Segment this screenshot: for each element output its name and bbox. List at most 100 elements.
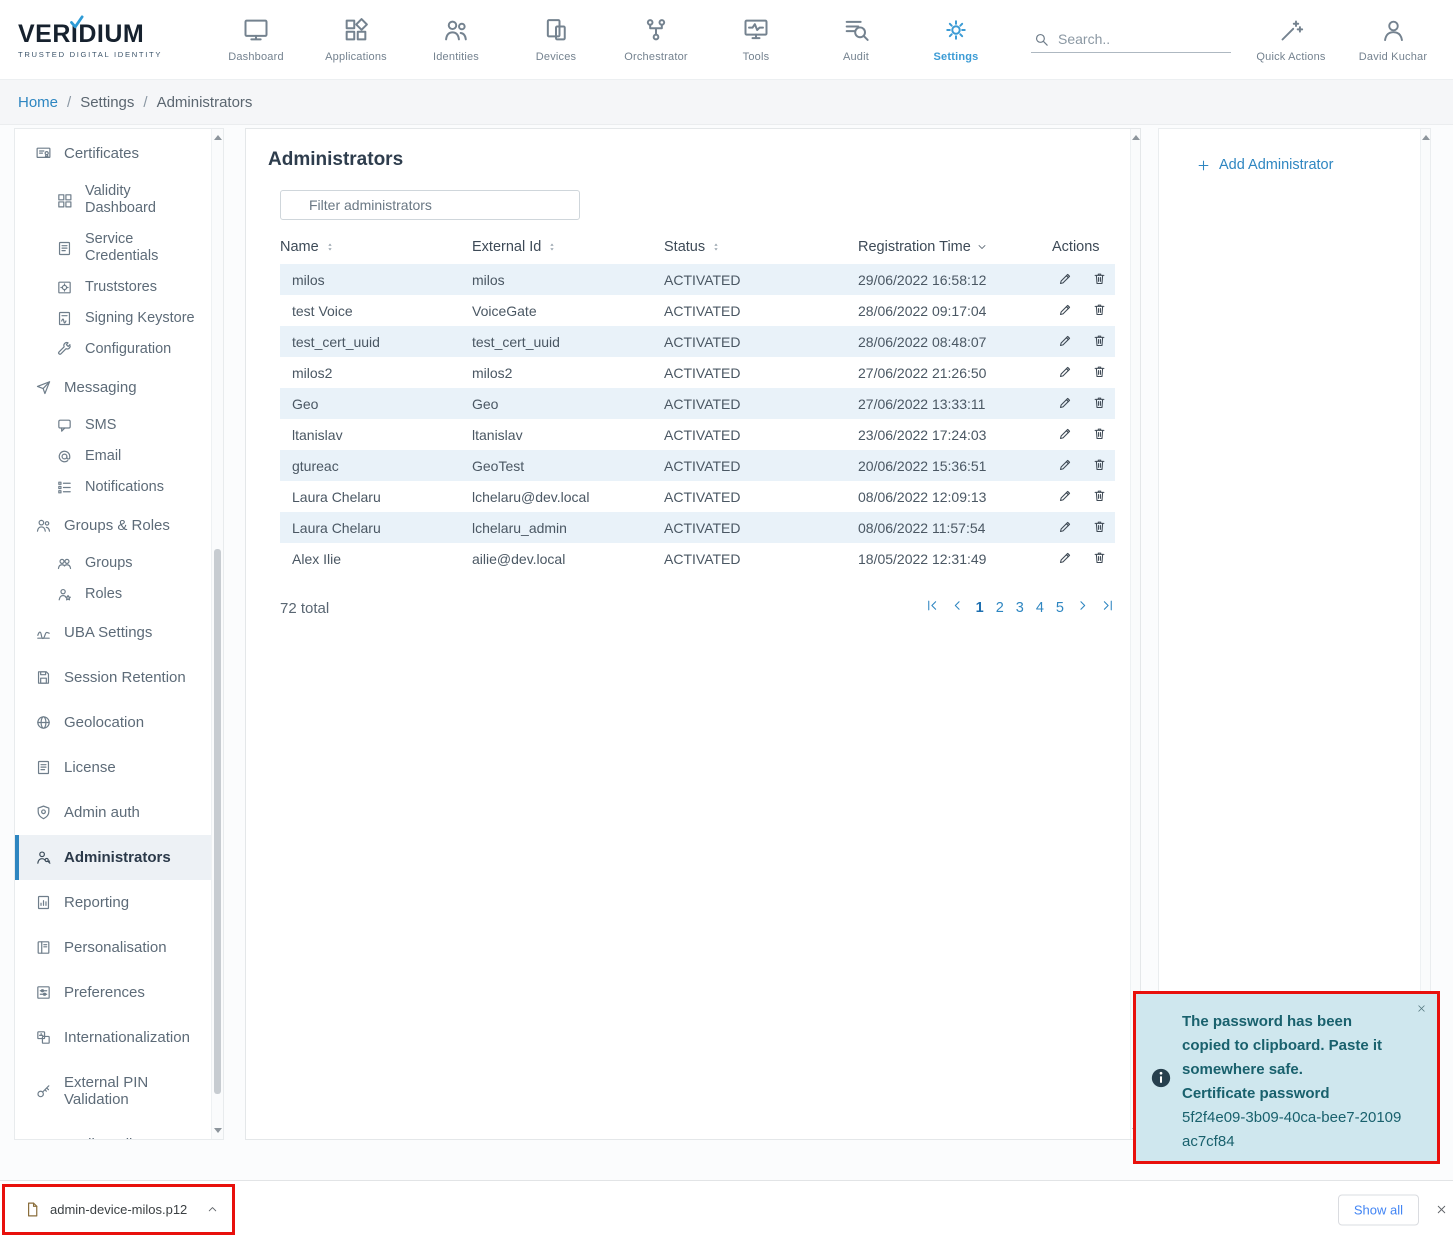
delete-button[interactable]	[1092, 488, 1107, 506]
delete-button[interactable]	[1092, 302, 1107, 320]
cell-actions	[1052, 264, 1115, 295]
veridium-logo[interactable]: VERIDIUM TRUSTED DIGITAL IDENTITY	[18, 20, 186, 59]
breadcrumb-item-settings[interactable]: Settings	[80, 94, 134, 111]
nav-item-tools[interactable]: Tools	[720, 16, 792, 63]
sidebar-scrollbar[interactable]	[211, 129, 223, 1139]
first-page-icon	[925, 598, 940, 613]
cell-name: milos2	[280, 357, 472, 388]
page-number-1[interactable]: 1	[975, 600, 985, 616]
delete-button[interactable]	[1092, 550, 1107, 568]
sidebar-item-validity-dashboard[interactable]: Validity Dashboard	[15, 176, 211, 224]
page-number-2[interactable]: 2	[995, 600, 1005, 616]
column-header-name[interactable]: Name	[280, 230, 472, 264]
download-filename: admin-device-milos.p12	[50, 1202, 187, 1217]
sidebar-item-groups-roles[interactable]: Groups & Roles	[15, 503, 211, 548]
delete-button[interactable]	[1092, 395, 1107, 413]
delete-button[interactable]	[1092, 457, 1107, 475]
previous-page-button[interactable]	[950, 598, 965, 618]
sidebar-item-preferences[interactable]: Preferences	[15, 970, 211, 1015]
column-header-registration-time[interactable]: Registration Time	[858, 230, 1052, 264]
sidebar-item-certificates[interactable]: Certificates	[15, 131, 211, 176]
nav-item-devices[interactable]: Devices	[520, 16, 592, 63]
scroll-down-icon[interactable]	[214, 1128, 222, 1133]
close-icon[interactable]	[1435, 1203, 1448, 1216]
nav-item-orchestrator[interactable]: Orchestrator	[620, 16, 692, 63]
page-number-4[interactable]: 4	[1035, 600, 1045, 616]
sidebar-item-service-credentials[interactable]: Service Credentials	[15, 224, 211, 272]
search-input[interactable]	[1058, 31, 1208, 47]
sidebar-item-roles[interactable]: Roles	[15, 579, 211, 610]
edit-button[interactable]	[1058, 302, 1073, 320]
scroll-up-icon[interactable]	[1422, 135, 1430, 140]
first-page-button[interactable]	[925, 598, 940, 618]
sidebar-item-radius-clients[interactable]: Radius Clients	[15, 1122, 211, 1139]
edit-button[interactable]	[1058, 550, 1073, 568]
nav-item-dashboard[interactable]: Dashboard	[220, 16, 292, 63]
breadcrumb-item-home[interactable]: Home	[18, 94, 58, 111]
nav-item-label: Settings	[934, 51, 979, 63]
sidebar-item-geolocation[interactable]: Geolocation	[15, 700, 211, 745]
close-icon[interactable]	[1416, 1003, 1427, 1014]
sidebar-item-uba-settings[interactable]: UBA Settings	[15, 610, 211, 655]
sidebar-item-label: Geolocation	[64, 714, 144, 731]
user-menu[interactable]: David Kuchar	[1351, 17, 1435, 63]
page-number-3[interactable]: 3	[1015, 600, 1025, 616]
column-header-status[interactable]: Status	[664, 230, 858, 264]
next-page-button[interactable]	[1075, 598, 1090, 618]
sidebar-item-external-pin-validation[interactable]: External PIN Validation	[15, 1060, 211, 1122]
last-page-button[interactable]	[1100, 598, 1115, 618]
sort-icon	[325, 242, 335, 252]
edit-button[interactable]	[1058, 333, 1073, 351]
edit-button[interactable]	[1058, 519, 1073, 537]
quick-actions-button[interactable]: Quick Actions	[1249, 17, 1333, 63]
edit-button[interactable]	[1058, 426, 1073, 444]
sidebar-item-administrators[interactable]: Administrators	[15, 835, 211, 880]
sidebar-item-admin-auth[interactable]: Admin auth	[15, 790, 211, 835]
scroll-up-icon[interactable]	[1132, 135, 1140, 140]
table-row: test Voice VoiceGate ACTIVATED 28/06/202…	[280, 295, 1115, 326]
sidebar-item-configuration[interactable]: Configuration	[15, 334, 211, 365]
delete-button[interactable]	[1092, 519, 1107, 537]
nav-item-identities[interactable]: Identities	[420, 16, 492, 63]
edit-button[interactable]	[1058, 364, 1073, 382]
sidebar-item-sms[interactable]: SMS	[15, 410, 211, 441]
show-all-downloads-button[interactable]: Show all	[1338, 1195, 1419, 1226]
delete-button[interactable]	[1092, 333, 1107, 351]
globe-icon	[35, 714, 52, 731]
sidebar-item-groups[interactable]: Groups	[15, 548, 211, 579]
filter-administrators-input[interactable]	[280, 190, 580, 220]
sort-icon	[711, 242, 721, 252]
sidebar-item-license[interactable]: License	[15, 745, 211, 790]
sidebar-item-session-retention[interactable]: Session Retention	[15, 655, 211, 700]
column-header-external-id[interactable]: External Id	[472, 230, 664, 264]
download-item[interactable]: admin-device-milos.p12	[5, 1201, 219, 1218]
scroll-up-icon[interactable]	[214, 135, 222, 140]
main-scrollbar[interactable]	[1130, 129, 1140, 1139]
sidebar-item-notifications[interactable]: Notifications	[15, 472, 211, 503]
detail-panel-scrollbar[interactable]	[1420, 129, 1430, 1139]
page-number-5[interactable]: 5	[1055, 600, 1065, 616]
nav-item-settings[interactable]: Settings	[920, 16, 992, 63]
sidebar-item-internationalization[interactable]: Internationalization	[15, 1015, 211, 1060]
delete-button[interactable]	[1092, 271, 1107, 289]
sidebar-item-reporting[interactable]: Reporting	[15, 880, 211, 925]
sidebar-item-personalisation[interactable]: Personalisation	[15, 925, 211, 970]
sidebar-item-truststores[interactable]: Truststores	[15, 272, 211, 303]
nav-item-audit[interactable]: Audit	[820, 16, 892, 63]
delete-button[interactable]	[1092, 426, 1107, 444]
edit-button[interactable]	[1058, 395, 1073, 413]
scrollbar-thumb[interactable]	[214, 549, 221, 1094]
breadcrumb: Home/Settings/Administrators	[0, 80, 1453, 125]
edit-button[interactable]	[1058, 457, 1073, 475]
sidebar-item-label: Personalisation	[64, 939, 167, 956]
sidebar-item-label: Roles	[85, 586, 122, 603]
add-administrator-button[interactable]: Add Administrator	[1159, 129, 1430, 173]
nav-item-applications[interactable]: Applications	[320, 16, 392, 63]
sidebar-item-email[interactable]: Email	[15, 441, 211, 472]
chevron-up-icon[interactable]	[206, 1203, 219, 1216]
edit-button[interactable]	[1058, 271, 1073, 289]
edit-button[interactable]	[1058, 488, 1073, 506]
delete-button[interactable]	[1092, 364, 1107, 382]
sidebar-item-messaging[interactable]: Messaging	[15, 365, 211, 410]
sidebar-item-signing-keystore[interactable]: Signing Keystore	[15, 303, 211, 334]
